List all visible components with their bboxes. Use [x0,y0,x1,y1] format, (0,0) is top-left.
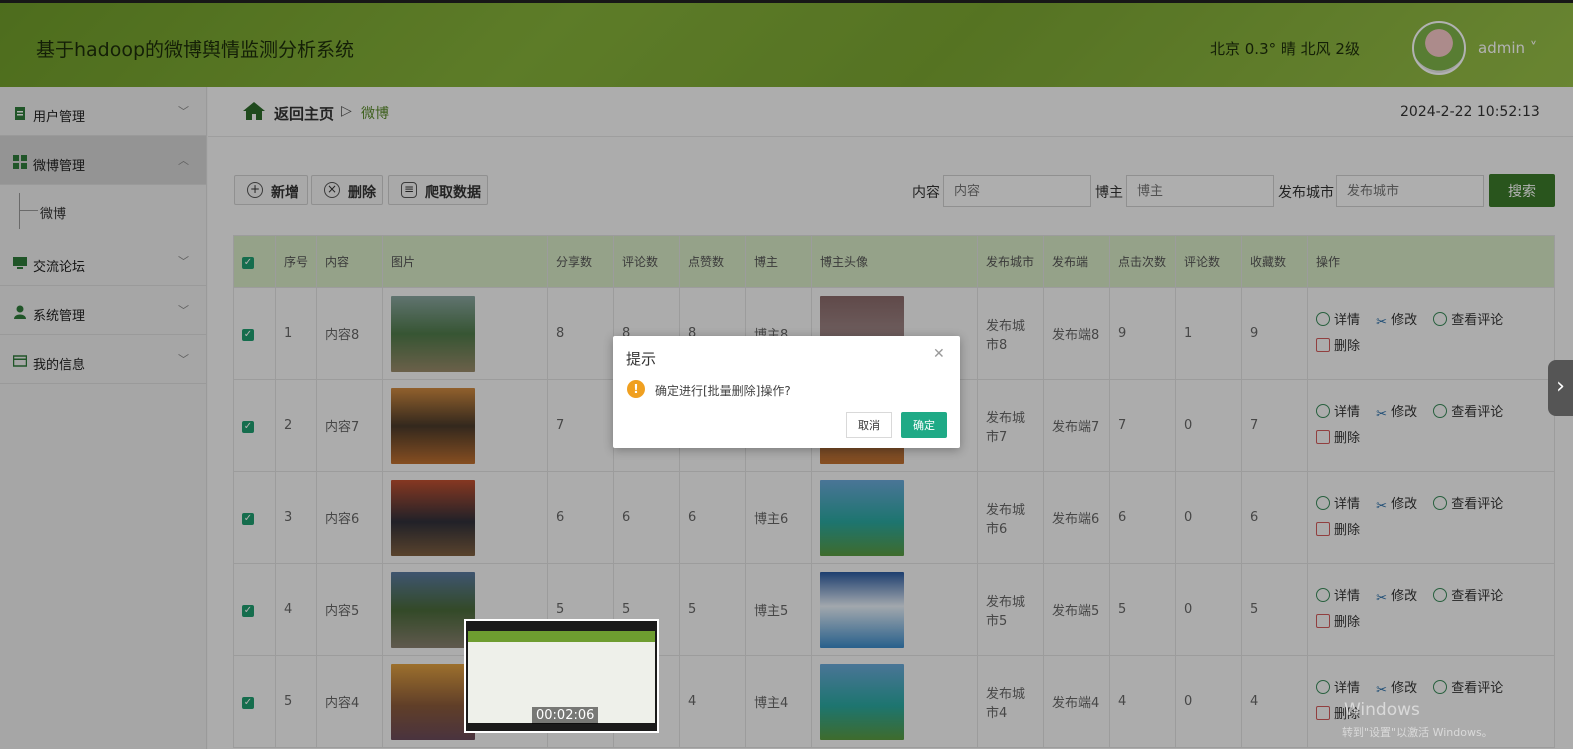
video-preview[interactable]: 00:02:06 [464,619,659,733]
close-icon[interactable]: ✕ [933,346,945,362]
activation-watermark-sub: 转到"设置"以激活 Windows。 [1342,726,1493,739]
cancel-button[interactable]: 取消 [846,412,892,438]
confirm-button[interactable]: 确定 [901,412,947,438]
confirm-dialog: 提示 ✕ ! 确定进行[批量删除]操作? 取消 确定 [613,336,960,448]
dialog-title: 提示 [626,350,657,368]
dialog-message: 确定进行[批量删除]操作? [655,384,791,398]
warning-icon: ! [627,380,645,398]
video-timestamp: 00:02:06 [532,707,599,724]
activation-watermark: Windows [1344,700,1420,720]
chevron-right-icon[interactable]: › [1548,360,1573,416]
